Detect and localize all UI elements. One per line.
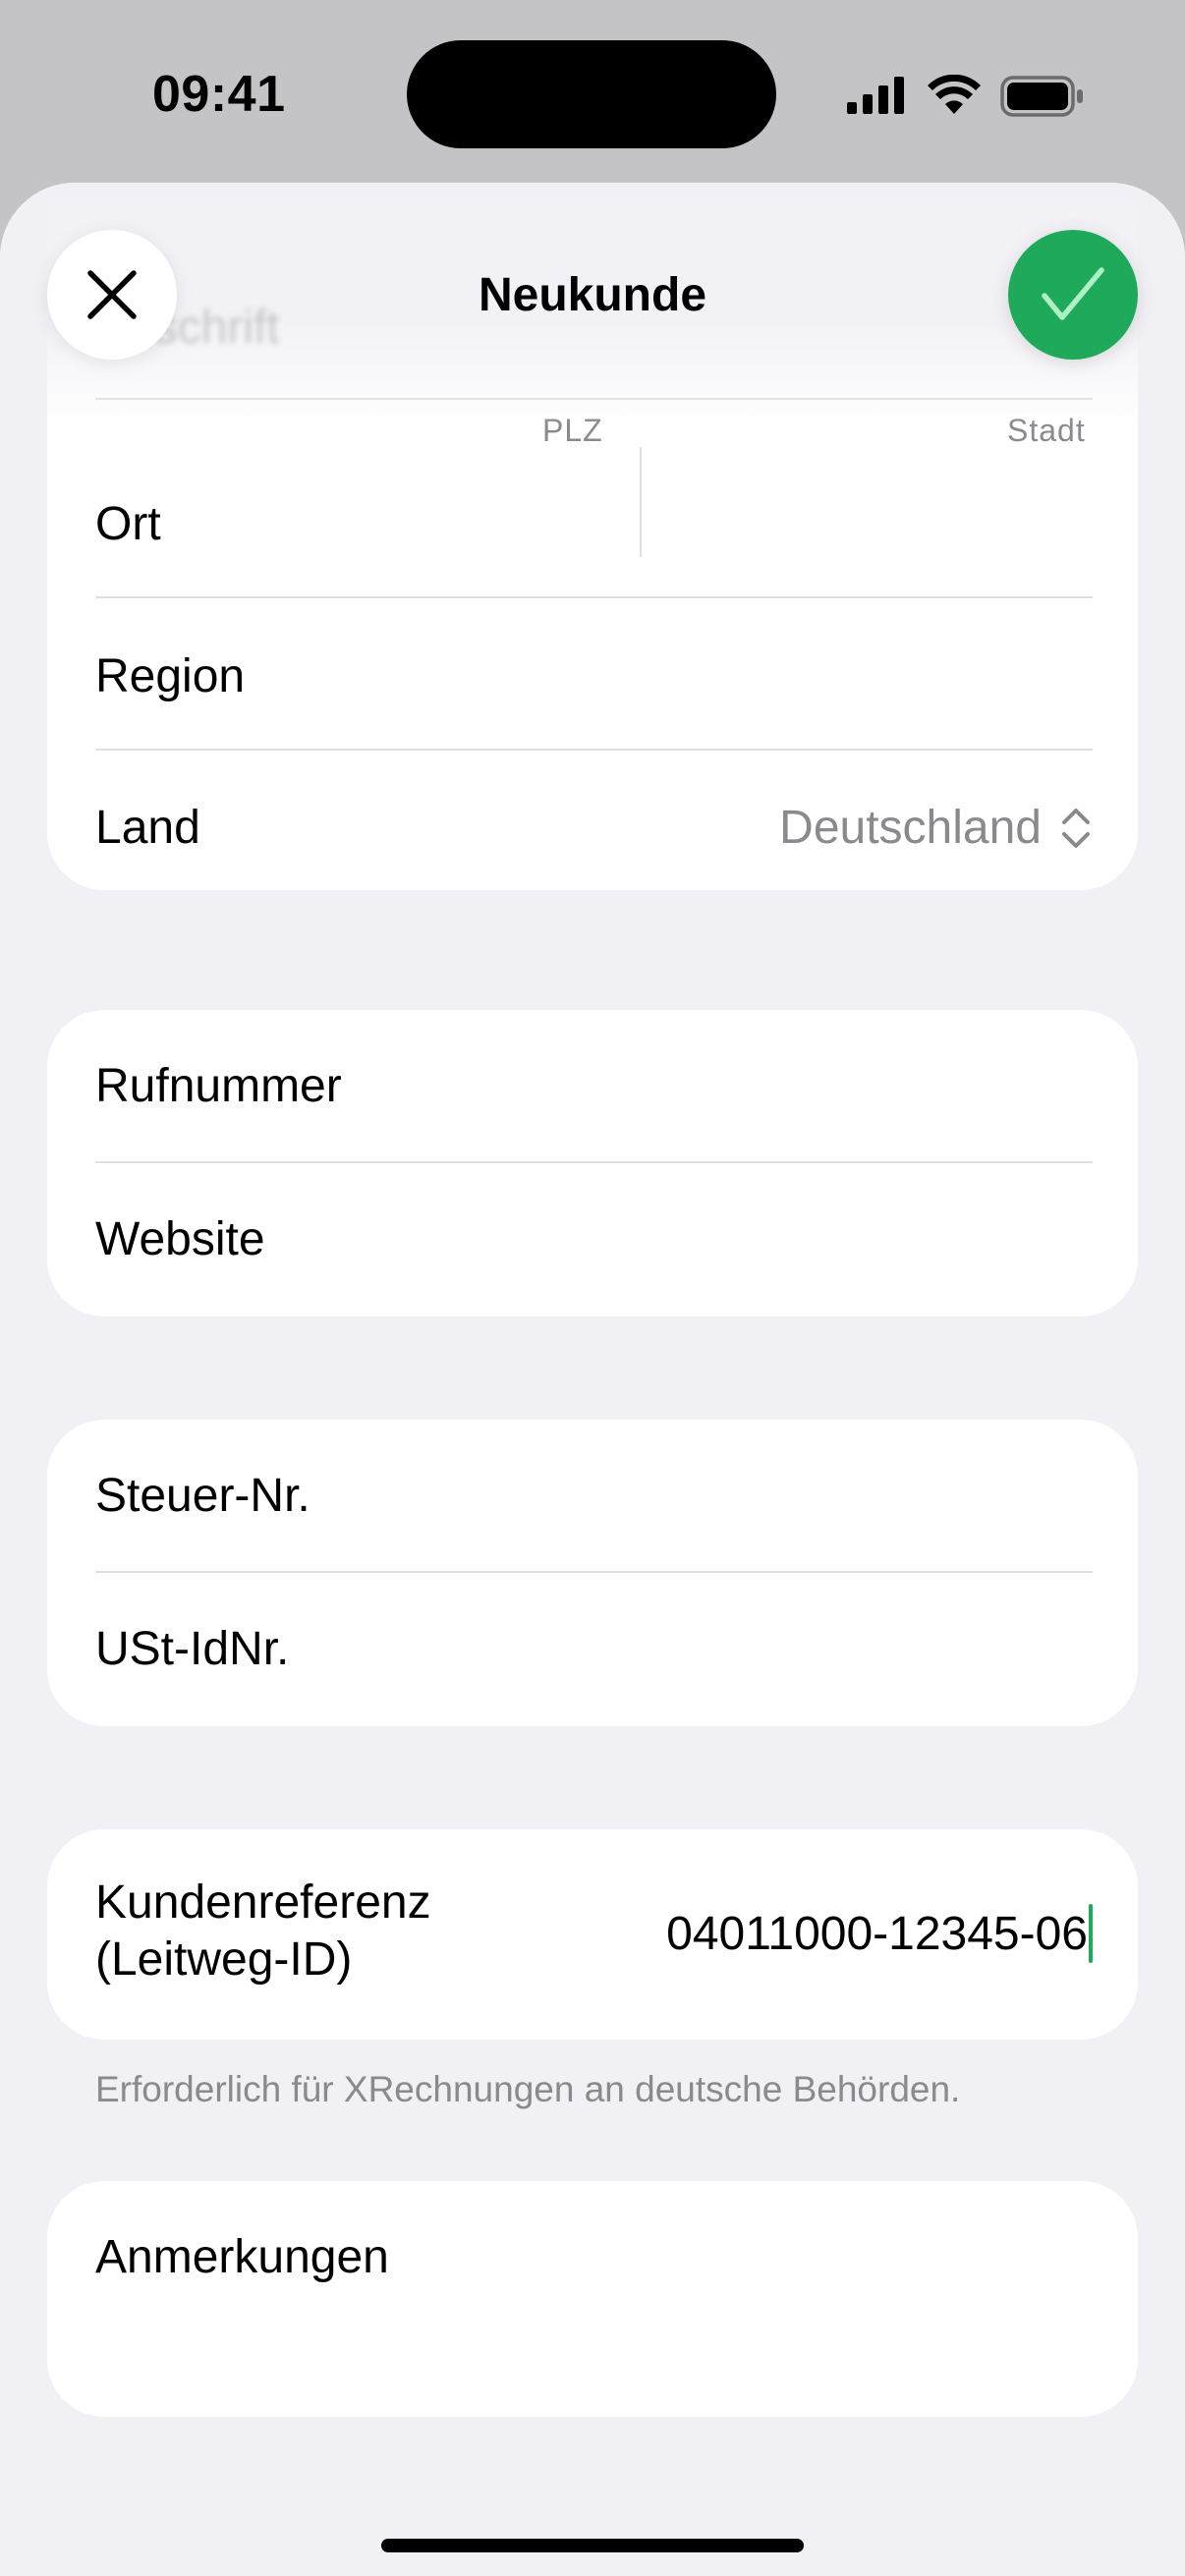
website-label: Website: [95, 1213, 265, 1265]
reference-input[interactable]: 04011000-12345-06: [666, 1904, 1093, 1963]
ort-label: Ort: [95, 498, 161, 550]
checkmark-icon: [1042, 267, 1104, 320]
reference-row[interactable]: Kundenreferenz (Leitweg-ID) 04011000-123…: [95, 1829, 1093, 2040]
ust-row[interactable]: USt-IdNr.: [95, 1573, 1093, 1726]
phone-row[interactable]: Rufnummer: [95, 1010, 1093, 1161]
reference-value: 04011000-12345-06: [666, 1907, 1088, 1960]
status-time: 09:41: [152, 66, 286, 123]
status-bar: 09:41: [0, 0, 1185, 187]
region-row[interactable]: Region: [95, 598, 1093, 749]
region-label: Region: [95, 650, 246, 702]
cellular-signal-icon: [847, 77, 904, 114]
text-cursor: [1089, 1904, 1093, 1963]
land-picker-value[interactable]: Deutschland: [779, 801, 1042, 855]
notes-label: Anmerkungen: [95, 2231, 389, 2283]
reference-label-line1: Kundenreferenz: [95, 1876, 431, 1929]
steuer-row[interactable]: Steuer-Nr.: [95, 1420, 1093, 1571]
stadt-input[interactable]: [647, 419, 1094, 590]
steuer-label: Steuer-Nr.: [95, 1470, 310, 1522]
reference-label: Kundenreferenz (Leitweg-ID): [95, 1875, 431, 1988]
battery-icon: [1000, 76, 1083, 117]
wifi-icon: [928, 75, 981, 114]
land-row[interactable]: Land Deutschland: [95, 751, 1093, 890]
notes-card: Anmerkungen: [47, 2181, 1138, 2417]
chevron-up-down-icon: [1062, 809, 1090, 848]
dynamic-island: [407, 40, 776, 148]
phone-label: Rufnummer: [95, 1060, 342, 1112]
land-label: Land: [95, 802, 200, 854]
plz-input[interactable]: [342, 419, 637, 590]
status-icons: [847, 73, 1083, 120]
confirm-button[interactable]: [1008, 230, 1138, 360]
reference-card: Kundenreferenz (Leitweg-ID) 04011000-123…: [47, 1829, 1138, 2040]
ust-label: USt-IdNr.: [95, 1623, 290, 1675]
reference-footnote: Erforderlich für XRechnungen an deutsche…: [95, 2069, 961, 2109]
reference-label-line2: (Leitweg-ID): [95, 1933, 353, 1986]
new-customer-sheet: PLZ Stadt Ort Region Land Deutschland Ru…: [0, 183, 1185, 2576]
notes-field[interactable]: Anmerkungen: [95, 2181, 1093, 2417]
contact-card: Rufnummer Website: [47, 1010, 1138, 1316]
home-indicator[interactable]: [381, 2539, 804, 2552]
website-row[interactable]: Website: [95, 1163, 1093, 1316]
tax-card: Steuer-Nr. USt-IdNr.: [47, 1420, 1138, 1726]
